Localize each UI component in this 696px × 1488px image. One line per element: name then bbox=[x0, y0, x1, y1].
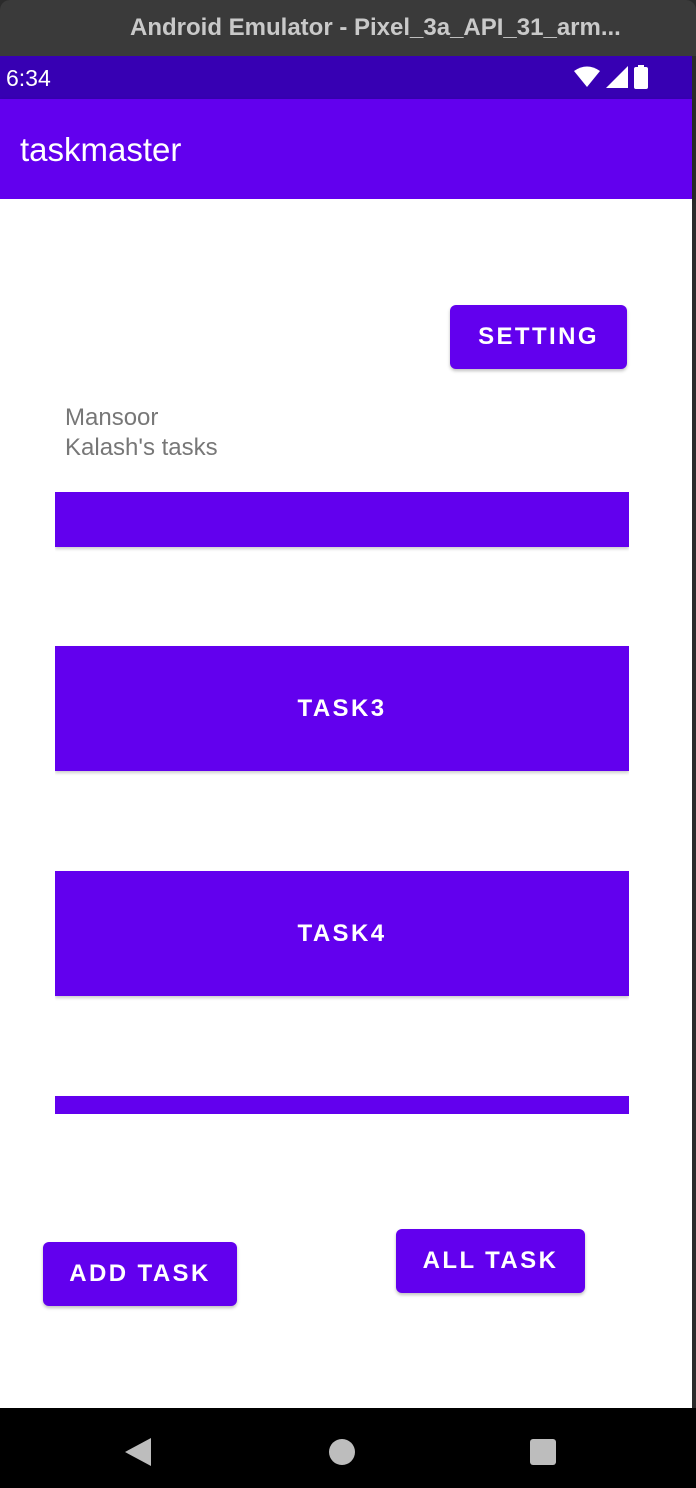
setting-button[interactable]: SETTING bbox=[450, 305, 627, 369]
task-list[interactable]: TASK2 TASK3 TASK4 bbox=[55, 492, 629, 1114]
task4-button[interactable]: TASK4 bbox=[55, 871, 629, 996]
task2-button[interactable]: TASK2 bbox=[55, 492, 629, 547]
recents-icon[interactable] bbox=[530, 1439, 556, 1465]
main-content: SETTING Mansoor Kalash's tasks TASK2 TAS… bbox=[0, 199, 692, 1408]
navigation-bar bbox=[0, 1408, 696, 1488]
battery-icon bbox=[634, 65, 648, 89]
window-title: Android Emulator - Pixel_3a_API_31_arm..… bbox=[130, 14, 621, 41]
status-bar: 6:34 bbox=[0, 56, 692, 99]
user-tasks-line1: Mansoor bbox=[65, 404, 159, 431]
emulator-window-titlebar: Android Emulator - Pixel_3a_API_31_arm..… bbox=[0, 0, 696, 56]
status-icons bbox=[574, 65, 648, 89]
task5-button[interactable] bbox=[55, 1096, 629, 1114]
back-icon[interactable] bbox=[125, 1438, 151, 1466]
status-time: 6:34 bbox=[6, 65, 51, 91]
task3-button[interactable]: TASK3 bbox=[55, 646, 629, 771]
all-task-button[interactable]: ALL TASK bbox=[396, 1229, 585, 1293]
user-tasks-label: Mansoor Kalash's tasks bbox=[65, 403, 265, 463]
app-bar: taskmaster bbox=[0, 99, 692, 199]
cell-signal-icon bbox=[606, 66, 628, 88]
add-task-button[interactable]: ADD TASK bbox=[43, 1242, 237, 1306]
home-icon[interactable] bbox=[329, 1439, 355, 1465]
app-title: taskmaster bbox=[20, 131, 182, 168]
user-tasks-line2: Kalash's tasks bbox=[65, 434, 218, 461]
wifi-icon bbox=[574, 66, 600, 87]
